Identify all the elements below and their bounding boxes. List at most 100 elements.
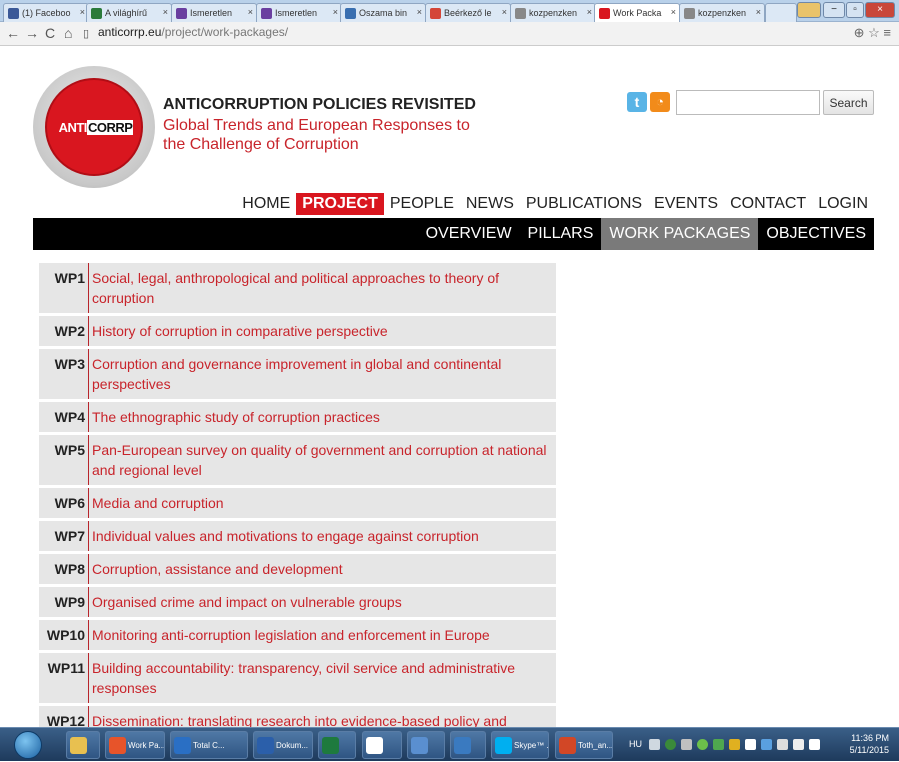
work-package-link[interactable]: Individual values and motivations to eng…: [89, 521, 556, 551]
taskbar-button[interactable]: [318, 731, 356, 759]
tray-icon[interactable]: [809, 739, 820, 750]
nav-item-publications[interactable]: PUBLICATIONS: [520, 193, 648, 215]
nav-item-news[interactable]: NEWS: [460, 193, 520, 215]
tray-icon[interactable]: [681, 739, 692, 750]
home-icon[interactable]: ⌂: [64, 25, 72, 41]
work-package-row: WP8 Corruption, assistance and developmen…: [39, 554, 556, 587]
browser-tab[interactable]: Work Packa ×: [594, 3, 680, 22]
logo-text: ANTICORRP: [47, 120, 145, 135]
tab-close-icon[interactable]: ×: [333, 7, 338, 17]
network-icon[interactable]: [761, 739, 772, 750]
tab-close-icon[interactable]: ×: [248, 7, 253, 17]
rss-icon[interactable]: ◔: [650, 92, 670, 112]
tab-favicon-icon: [261, 8, 272, 19]
browser-tab[interactable]: (1) Faceboo ×: [3, 3, 89, 22]
taskbar-button-label: Skype™ ...: [514, 741, 549, 750]
tab-close-icon[interactable]: ×: [417, 7, 422, 17]
nav-item-project[interactable]: PROJECT: [296, 193, 384, 215]
tray-icon[interactable]: [649, 739, 660, 750]
url-field[interactable]: anticorrp.eu/project/work-packages/: [98, 25, 288, 39]
site-logo[interactable]: ANTICORRP: [33, 66, 155, 188]
taskbar: HU 11:36 PM 5/11/2015 Work Pa... Total C.…: [0, 727, 899, 761]
tray-icon[interactable]: [729, 739, 740, 750]
nav-item-contact[interactable]: CONTACT: [724, 193, 812, 215]
tab-close-icon[interactable]: ×: [80, 7, 85, 17]
browser-tab[interactable]: Oszama bin ×: [340, 3, 426, 22]
browser-tab-strip: (1) Faceboo × A világhírű × Ismeretlen × Ismer…: [0, 0, 899, 22]
work-package-link[interactable]: Building accountability: transparency, c…: [89, 653, 556, 703]
browser-tab[interactable]: Beérkező le ×: [425, 3, 511, 22]
browser-tab[interactable]: Ismeretlen ×: [171, 3, 257, 22]
profile-icon[interactable]: [797, 2, 821, 18]
work-package-code: WP11: [39, 653, 89, 703]
twitter-icon[interactable]: t: [627, 92, 647, 112]
start-button[interactable]: [14, 731, 42, 759]
tab-close-icon[interactable]: ×: [756, 7, 761, 17]
taskbar-button[interactable]: Skype™ ...: [491, 731, 549, 759]
logo-anti: ANTI: [58, 120, 88, 135]
taskbar-button[interactable]: [362, 731, 402, 759]
close-window-icon[interactable]: ×: [865, 2, 895, 18]
work-package-link[interactable]: Corruption, assistance and development: [89, 554, 556, 584]
taskbar-button[interactable]: Dokum...: [253, 731, 313, 759]
nav-item-people[interactable]: PEOPLE: [384, 193, 460, 215]
clock-date[interactable]: 5/11/2015: [850, 745, 889, 755]
tray-icon[interactable]: [713, 739, 724, 750]
volume-icon[interactable]: [793, 739, 804, 750]
nav-item-events[interactable]: EVENTS: [648, 193, 724, 215]
tab-favicon-icon: [176, 8, 187, 19]
search-button[interactable]: Search: [823, 90, 874, 115]
tray-icon[interactable]: [697, 739, 708, 750]
browser-tab[interactable]: kozpenzken ×: [679, 3, 765, 22]
browser-tab[interactable]: kozpenzken ×: [510, 3, 596, 22]
work-package-link[interactable]: The ethnographic study of corruption pra…: [89, 402, 556, 432]
subnav-item-work-packages[interactable]: WORK PACKAGES: [601, 218, 759, 250]
zoom-icon[interactable]: ⊕: [854, 25, 865, 40]
tab-close-icon[interactable]: ×: [502, 7, 507, 17]
nav-item-login[interactable]: LOGIN: [812, 193, 874, 215]
taskbar-button[interactable]: [407, 731, 445, 759]
work-package-link[interactable]: History of corruption in comparative per…: [89, 316, 556, 346]
browser-tab[interactable]: A világhírű ×: [86, 3, 172, 22]
tab-close-icon[interactable]: ×: [671, 7, 676, 17]
explorer-button[interactable]: [66, 731, 100, 759]
work-package-link[interactable]: Pan-European survey on quality of govern…: [89, 435, 556, 485]
flag-icon[interactable]: [745, 739, 756, 750]
address-bar: ← → C ⌂ ▯ anticorrp.eu/project/work-pack…: [0, 22, 899, 46]
page-icon: ▯: [83, 28, 90, 40]
work-package-link[interactable]: Media and corruption: [89, 488, 556, 518]
maximize-icon[interactable]: ▫: [846, 2, 864, 18]
taskbar-button[interactable]: Work Pa...: [105, 731, 165, 759]
taskbar-button[interactable]: Toth_an...: [555, 731, 613, 759]
minimize-icon[interactable]: −: [823, 2, 845, 18]
work-package-row: WP5 Pan-European survey on quality of gov…: [39, 435, 556, 488]
subnav-item-pillars[interactable]: PILLARS: [520, 218, 602, 250]
browser-tab[interactable]: Ismeretlen ×: [256, 3, 342, 22]
language-indicator[interactable]: HU: [629, 739, 642, 749]
search-input[interactable]: [676, 90, 820, 115]
subnav-item-objectives[interactable]: OBJECTIVES: [758, 218, 874, 250]
taskbar-button[interactable]: [450, 731, 486, 759]
work-package-link[interactable]: Social, legal, anthropological and polit…: [89, 263, 556, 313]
forward-icon[interactable]: →: [25, 25, 39, 41]
new-tab-button[interactable]: [765, 3, 797, 22]
clock-time[interactable]: 11:36 PM: [851, 733, 889, 743]
menu-icon[interactable]: ≡: [883, 25, 891, 40]
tab-favicon-icon: [599, 8, 610, 19]
nav-item-home[interactable]: HOME: [236, 193, 296, 215]
star-icon[interactable]: ☆: [868, 25, 880, 40]
reload-icon[interactable]: C: [45, 25, 55, 41]
work-packages-list: WP1 Social, legal, anthropological and po…: [39, 263, 556, 759]
work-package-code: WP7: [39, 521, 89, 551]
tray-icon[interactable]: [665, 739, 676, 750]
tab-close-icon[interactable]: ×: [587, 7, 592, 17]
tab-close-icon[interactable]: ×: [163, 7, 168, 17]
work-package-link[interactable]: Organised crime and impact on vulnerable…: [89, 587, 556, 617]
work-package-link[interactable]: Monitoring anti-corruption legislation a…: [89, 620, 556, 650]
url-host: anticorrp.eu: [98, 25, 162, 39]
work-package-link[interactable]: Corruption and governance improvement in…: [89, 349, 556, 399]
back-icon[interactable]: ←: [6, 25, 20, 41]
taskbar-button[interactable]: Total C...: [170, 731, 248, 759]
subnav-item-overview[interactable]: OVERVIEW: [418, 218, 520, 250]
display-icon[interactable]: [777, 739, 788, 750]
